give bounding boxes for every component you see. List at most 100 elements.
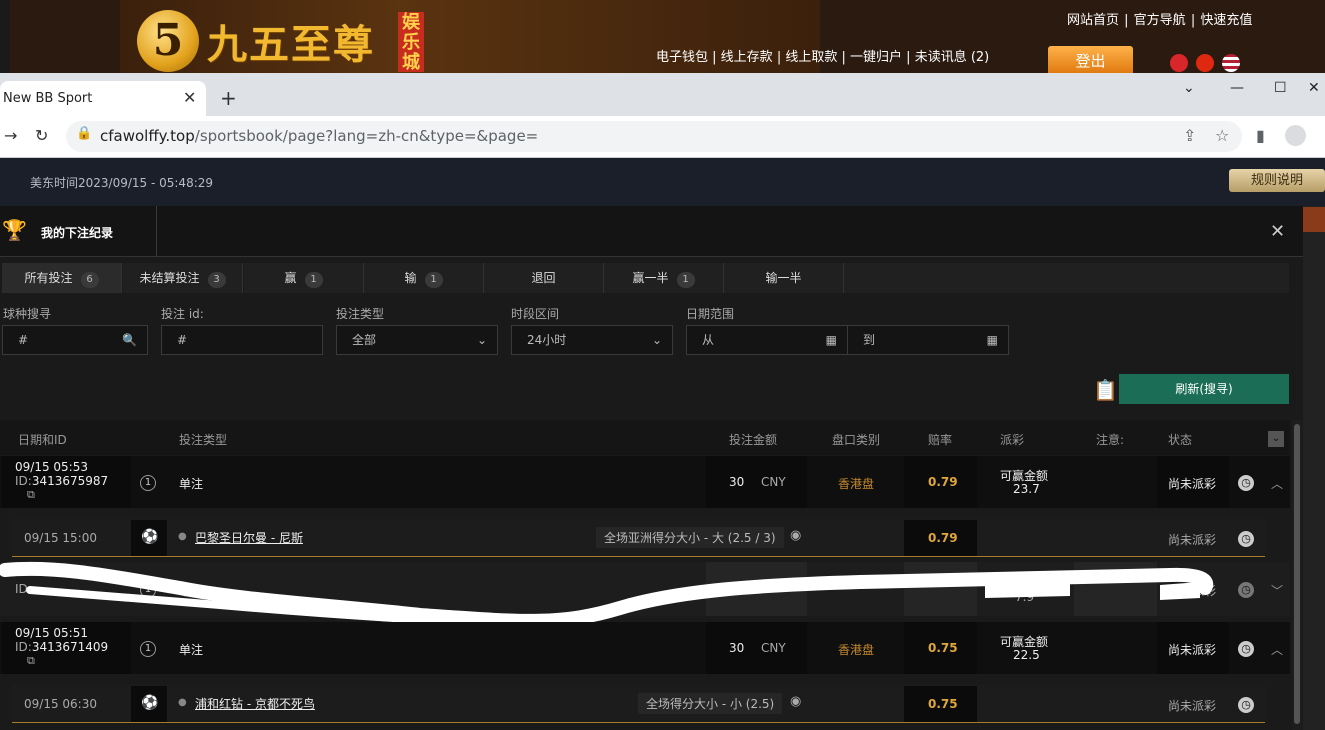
tab-lost[interactable]: 输1 <box>364 263 484 293</box>
detail-status: 尚未派彩 <box>1168 699 1217 713</box>
tab-label: 所有投注 <box>24 271 73 285</box>
window-close-icon[interactable]: ✕ <box>1308 80 1320 96</box>
top-links: 网站首页 | 官方导航 | 快速充值 <box>1067 13 1253 28</box>
clock-icon[interactable]: ◷ <box>1238 582 1254 598</box>
row-cell <box>706 456 807 508</box>
sport-search-input[interactable]: # 🔍 <box>2 325 148 355</box>
back-icon[interactable]: → <box>4 126 17 145</box>
tab-search-icon[interactable]: ⌄ <box>1183 80 1195 96</box>
tab-all-bets[interactable]: 所有投注 6 <box>2 263 122 293</box>
chevron-up-icon[interactable]: ︿ <box>1271 475 1283 492</box>
link-home[interactable]: 网站首页 <box>1067 13 1119 28</box>
link-withdraw[interactable]: 线上取款 <box>785 50 837 65</box>
chevron-down-icon[interactable]: ﹀ <box>1271 582 1283 599</box>
tab-unsettled[interactable]: 未结算投注 3 <box>123 263 243 293</box>
chevron-up-icon[interactable]: ︿ <box>1271 641 1283 658</box>
single-bet-icon: 1 <box>140 641 156 657</box>
us-eastern-time: 美东时间2023/09/15 - 05:48:29 <box>30 176 214 190</box>
link-unread-messages[interactable]: 未读讯息 (2) <box>915 50 990 65</box>
hk-flag-icon[interactable] <box>1170 54 1188 72</box>
clock-icon[interactable]: ◷ <box>1238 697 1254 713</box>
clock-icon[interactable]: ◷ <box>1238 531 1254 547</box>
bet-id-prefix: ID: <box>15 474 32 488</box>
calendar-icon[interactable]: ▦ <box>826 326 837 354</box>
collapse-all-icon[interactable]: ⌄ <box>1268 431 1284 447</box>
logo-icon: 5 <box>137 10 199 72</box>
bet-id-input[interactable]: # <box>161 325 323 355</box>
chevron-down-icon: ⌄ <box>476 333 487 347</box>
logout-button[interactable]: 登出 <box>1048 46 1133 73</box>
market-selection: 全场亚洲得分大小 - 大 (2.5 / 3) <box>596 527 784 548</box>
clock-icon[interactable]: ◷ <box>1238 641 1254 657</box>
profile-avatar-icon[interactable] <box>1285 125 1306 146</box>
share-icon[interactable]: ⇪ <box>1183 126 1196 145</box>
side-panel-icon[interactable]: ▮ <box>1256 126 1265 145</box>
new-tab-icon[interactable]: + <box>220 86 237 110</box>
bet-id-prefix: ID: <box>15 640 32 654</box>
trophy-icon: 🏆 <box>2 218 27 242</box>
column-header-payout: 派彩 <box>1000 433 1025 447</box>
tab-half-lost[interactable]: 输一半 <box>724 263 844 293</box>
search-icon[interactable]: 🔍 <box>122 326 137 354</box>
link-e-wallet[interactable]: 电子钱包 <box>656 50 708 65</box>
clock-icon[interactable]: ◷ <box>1238 475 1254 491</box>
modal-close-icon[interactable]: ✕ <box>1270 221 1285 242</box>
us-flag-icon[interactable] <box>1222 54 1240 72</box>
single-bet-icon: 1 <box>140 475 156 491</box>
date-to-input[interactable]: 到 ▦ <box>847 325 1009 355</box>
bullet-icon: ● <box>178 531 187 542</box>
redaction-scribble <box>0 561 1214 628</box>
bet-type-label: 投注类型 <box>336 307 385 321</box>
date-from-input[interactable]: 从 ▦ <box>686 325 848 355</box>
lock-icon[interactable]: 🔒 <box>76 126 92 141</box>
reload-icon[interactable]: ↻ <box>35 126 48 145</box>
column-header-market-type: 盘口类别 <box>832 433 881 447</box>
column-header-status: 状态 <box>1168 433 1193 447</box>
link-consolidate[interactable]: 一键归户 <box>850 50 902 65</box>
copy-icon[interactable]: ⧉ <box>27 654 35 668</box>
bet-odds: 0.79 <box>928 475 958 489</box>
calendar-icon[interactable]: ▦ <box>987 326 998 354</box>
maximize-icon[interactable]: ☐ <box>1274 80 1287 96</box>
info-icon[interactable]: ◉ <box>790 694 801 709</box>
link-quick-topup[interactable]: 快速充值 <box>1200 13 1252 28</box>
url-text: cfawolffy.top/sportsbook/page?lang=zh-cn… <box>100 127 538 145</box>
refresh-search-button[interactable]: 刷新(搜寻) <box>1119 374 1289 404</box>
column-header-bet-type: 投注类型 <box>179 433 228 447</box>
cn-flag-icon[interactable] <box>1196 54 1214 72</box>
bookmark-star-icon[interactable]: ☆ <box>1215 126 1229 145</box>
bet-type-select[interactable]: 全部 ⌄ <box>336 325 498 355</box>
detail-odds: 0.75 <box>928 697 958 711</box>
date-from-placeholder: 从 <box>702 333 715 347</box>
tab-close-icon[interactable]: ✕ <box>183 88 196 107</box>
link-official-nav[interactable]: 官方导航 <box>1134 13 1186 28</box>
bet-id: 3413675987 <box>31 474 109 488</box>
url-path: /sportsbook/page?lang=zh-cn&type=&page= <box>194 127 539 145</box>
tab-won[interactable]: 赢1 <box>244 263 364 293</box>
background-page-edge <box>1303 206 1325 730</box>
bet-currency: CNY <box>761 475 786 489</box>
copy-icon[interactable]: ⧉ <box>27 488 35 502</box>
modal-header <box>0 206 1303 257</box>
period-select[interactable]: 24小时 ⌄ <box>511 325 673 355</box>
market-type: 香港盘 <box>838 643 875 657</box>
period-value: 24小时 <box>527 333 567 347</box>
modal-title: 我的下注纪录 <box>41 226 114 240</box>
date-range-label: 日期范围 <box>686 307 735 321</box>
rules-button[interactable]: 规则说明 <box>1229 169 1325 192</box>
column-header-amount: 投注金额 <box>729 433 778 447</box>
match-link[interactable]: 巴黎圣日尔曼 - 尼斯 <box>195 529 303 546</box>
detail-odds: 0.79 <box>928 531 958 545</box>
tab-count-badge: 1 <box>304 272 323 288</box>
tab-refunded[interactable]: 退回 <box>484 263 604 293</box>
scrollbar-thumb[interactable] <box>1294 424 1300 724</box>
match-link[interactable]: 浦和红钻 - 京都不死鸟 <box>195 695 315 712</box>
link-deposit[interactable]: 线上存款 <box>721 50 773 65</box>
info-icon[interactable]: ◉ <box>790 528 801 543</box>
tab-half-won[interactable]: 赢一半 1 <box>604 263 724 293</box>
sport-search-label: 球种搜寻 <box>3 307 52 321</box>
bet-amount: 30 <box>729 641 745 655</box>
clipboard-icon[interactable]: 📋 <box>1093 378 1118 402</box>
soccer-ball-icon: ⚽ <box>141 695 159 711</box>
minimize-icon[interactable]: — <box>1230 80 1244 96</box>
